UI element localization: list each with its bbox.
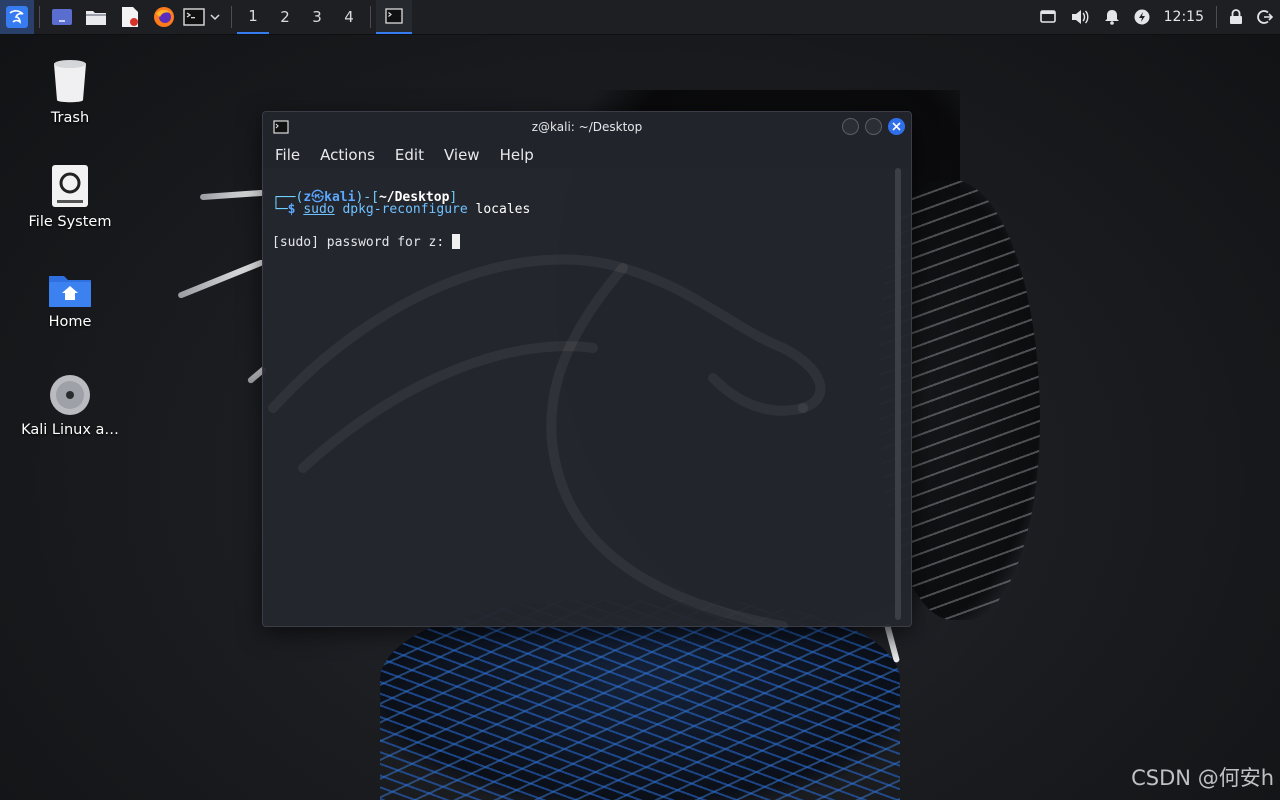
desktop-icon-trash[interactable]: Trash [10, 58, 130, 126]
wallpaper-horn [199, 189, 265, 201]
disc-icon [50, 375, 90, 415]
menu-file[interactable]: File [273, 146, 302, 164]
terminal-icon [183, 8, 205, 26]
menu-help[interactable]: Help [498, 146, 536, 164]
taskbar-terminal-window[interactable] [376, 0, 412, 34]
lock-screen-button[interactable] [1222, 0, 1250, 34]
desktop-icon-label: File System [28, 214, 112, 230]
menu-actions[interactable]: Actions [318, 146, 377, 164]
desktop-icon-label: Home [48, 314, 92, 330]
desktop-icon [52, 9, 72, 25]
monitor-icon [1039, 10, 1056, 23]
command-arg: locales [475, 202, 531, 217]
desktop-icon-home[interactable]: Home [10, 272, 130, 330]
output-line: [sudo] password for z: [272, 234, 461, 250]
folder-icon [86, 11, 106, 25]
home-folder-icon [49, 276, 91, 307]
volume-icon [1071, 10, 1089, 24]
menu-view[interactable]: View [442, 146, 482, 164]
window-titlebar[interactable]: z@kali: ~/Desktop [263, 112, 911, 142]
top-panel: 1 2 3 4 12:15 [0, 0, 1280, 35]
close-icon [892, 122, 901, 131]
chevron-down-icon [210, 14, 220, 21]
panel-separator [1216, 6, 1217, 28]
display-tray-button[interactable] [1033, 0, 1063, 34]
terminal-icon [385, 8, 403, 24]
prompt-line-2: └─$ sudo dpkg-reconfigure locales [272, 202, 530, 217]
volume-tray-button[interactable] [1063, 0, 1097, 34]
command-name: sudo [303, 202, 335, 217]
power-status-tray-button[interactable] [1127, 0, 1157, 34]
desktop-icon-label: Trash [50, 110, 90, 126]
text-editor-icon [122, 7, 138, 27]
kali-menu-button[interactable] [0, 0, 34, 34]
kali-logo-icon [6, 6, 28, 28]
lock-icon [1230, 9, 1242, 24]
menu-edit[interactable]: Edit [393, 146, 426, 164]
wallpaper-water [380, 600, 900, 800]
desktop-icon-file-system[interactable]: File System [10, 164, 130, 230]
prompt-frame: └─ [272, 202, 288, 217]
workspace-3[interactable]: 3 [301, 0, 333, 34]
file-manager-launcher[interactable] [79, 0, 113, 34]
maximize-button[interactable] [865, 118, 882, 135]
trash-icon [54, 60, 86, 103]
bell-icon [1104, 10, 1119, 25]
prompt-dollar: $ [287, 202, 296, 217]
workspace-2[interactable]: 2 [269, 0, 301, 34]
drive-icon [52, 165, 88, 207]
minimize-button[interactable] [842, 118, 859, 135]
text-cursor [452, 234, 461, 249]
logout-icon [1257, 10, 1273, 24]
notifications-tray-button[interactable] [1097, 0, 1127, 34]
panel-separator [370, 6, 371, 28]
clock[interactable]: 12:15 [1157, 0, 1211, 34]
window-title: z@kali: ~/Desktop [531, 120, 643, 134]
firefox-icon [154, 7, 174, 27]
command-arg: dpkg-reconfigure [342, 202, 468, 217]
text-editor-launcher[interactable] [113, 0, 147, 34]
wallpaper-horn [177, 258, 265, 300]
system-tray: 12:15 [1033, 0, 1280, 34]
terminal-menubar: File Actions Edit View Help [263, 142, 911, 168]
window-controls [842, 118, 905, 135]
terminal-window[interactable]: z@kali: ~/Desktop File Actions Edit View… [262, 111, 912, 627]
terminal-launcher[interactable] [181, 0, 207, 34]
terminal-content[interactable]: ┌──(z㉿kali)-[~/Desktop] └─$ sudo dpkg-re… [263, 168, 911, 626]
workspace-1[interactable]: 1 [237, 0, 269, 34]
terminal-scrollbar[interactable] [895, 168, 901, 620]
watermark: CSDN @何安h [1131, 766, 1274, 790]
firefox-launcher[interactable] [147, 0, 181, 34]
desktop-icon-label: Kali Linux a… [21, 422, 119, 438]
launcher-dropdown-button[interactable] [207, 0, 223, 34]
show-desktop-button[interactable] [45, 0, 79, 34]
panel-separator [231, 6, 232, 28]
workspace-4[interactable]: 4 [333, 0, 365, 34]
close-button[interactable] [888, 118, 905, 135]
sudo-password-prompt: [sudo] password for z: [272, 235, 453, 250]
desktop-icon-kali-disc[interactable]: Kali Linux a… [10, 374, 130, 438]
terminal-icon [273, 120, 289, 137]
panel-separator [39, 6, 40, 28]
logout-button[interactable] [1250, 0, 1280, 34]
power-plug-icon [1134, 9, 1150, 25]
